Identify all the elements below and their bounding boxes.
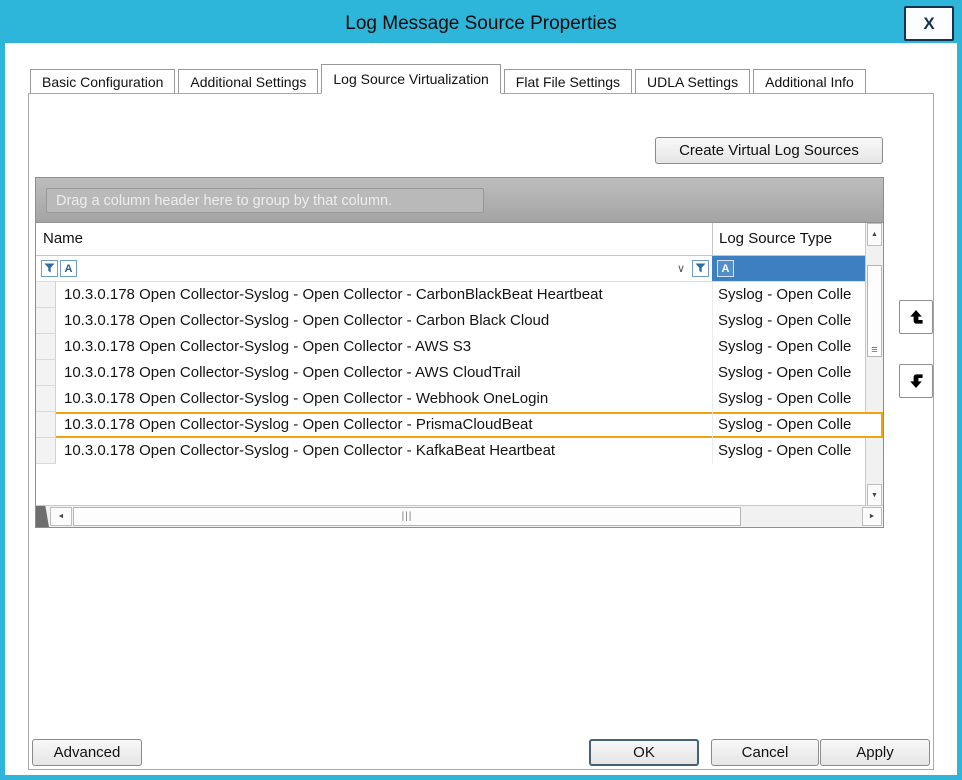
- row-type: Syslog - Open Colle: [712, 386, 865, 412]
- filter-dropdown-icon[interactable]: ∨: [677, 262, 685, 275]
- column-header-log-source-type[interactable]: Log Source Type: [712, 223, 865, 255]
- table-row-selected[interactable]: 10.3.0.178 Open Collector-Syslog - Open …: [36, 412, 883, 438]
- log-sources-grid: Drag a column header here to group by th…: [35, 177, 884, 528]
- move-up-button[interactable]: [899, 300, 933, 334]
- vertical-scrollbar-thumb[interactable]: ≡: [867, 265, 882, 357]
- filter-mode-icon[interactable]: A: [60, 260, 77, 277]
- row-name: 10.3.0.178 Open Collector-Syslog - Open …: [56, 412, 712, 438]
- filter-funnel-icon[interactable]: [692, 260, 709, 277]
- scrollbar-grip-icon: |||: [402, 511, 413, 522]
- close-button[interactable]: X: [904, 6, 954, 41]
- ok-button[interactable]: OK: [589, 739, 699, 766]
- row-type: Syslog - Open Colle: [712, 308, 865, 334]
- scroll-up-icon[interactable]: ▲: [867, 223, 882, 246]
- table-row[interactable]: 10.3.0.178 Open Collector-Syslog - Open …: [36, 282, 865, 308]
- row-name: 10.3.0.178 Open Collector-Syslog - Open …: [56, 282, 712, 308]
- tab-log-source-virtualization[interactable]: Log Source Virtualization: [321, 64, 500, 94]
- row-name: 10.3.0.178 Open Collector-Syslog - Open …: [56, 334, 712, 360]
- grid-header-row: Name Log Source Type: [36, 223, 865, 256]
- apply-button[interactable]: Apply: [820, 739, 930, 766]
- scroll-down-icon[interactable]: ▼: [867, 484, 882, 507]
- table-row[interactable]: 10.3.0.178 Open Collector-Syslog - Open …: [36, 360, 865, 386]
- group-by-hint: Drag a column header here to group by th…: [46, 188, 484, 213]
- filter-funnel-icon[interactable]: [41, 260, 58, 277]
- row-indicator[interactable]: [36, 308, 56, 334]
- scrollbar-grip-icon: ≡: [871, 344, 877, 356]
- move-up-icon: [907, 308, 925, 326]
- window-title: Log Message Source Properties: [345, 13, 616, 35]
- tab-additional-settings[interactable]: Additional Settings: [178, 69, 318, 94]
- tab-additional-info[interactable]: Additional Info: [753, 69, 866, 94]
- filter-mode-icon[interactable]: A: [717, 260, 734, 277]
- move-down-icon: [907, 372, 925, 390]
- row-type: Syslog - Open Colle: [712, 334, 865, 360]
- row-name: 10.3.0.178 Open Collector-Syslog - Open …: [56, 308, 712, 334]
- row-indicator[interactable]: [36, 282, 56, 308]
- row-name: 10.3.0.178 Open Collector-Syslog - Open …: [56, 386, 712, 412]
- move-down-button[interactable]: [899, 364, 933, 398]
- row-name: 10.3.0.178 Open Collector-Syslog - Open …: [56, 360, 712, 386]
- table-row[interactable]: 10.3.0.178 Open Collector-Syslog - Open …: [36, 334, 865, 360]
- row-indicator[interactable]: [36, 386, 56, 412]
- row-indicator[interactable]: [36, 334, 56, 360]
- dialog-window: Log Message Source Properties X Basic Co…: [0, 0, 962, 780]
- tab-udla-settings[interactable]: UDLA Settings: [635, 69, 750, 94]
- row-type: Syslog - Open Colle: [712, 360, 865, 386]
- vertical-scrollbar[interactable]: ▲ ≡ ▼: [865, 223, 883, 507]
- row-indicator[interactable]: [36, 412, 56, 438]
- row-indicator[interactable]: [36, 360, 56, 386]
- row-type: Syslog - Open Colle: [712, 438, 865, 464]
- name-filter-cell[interactable]: A ∨: [36, 256, 712, 281]
- cancel-button[interactable]: Cancel: [711, 739, 819, 766]
- horizontal-scrollbar[interactable]: ◄ ||| ►: [36, 505, 883, 527]
- table-row[interactable]: 10.3.0.178 Open Collector-Syslog - Open …: [36, 386, 865, 412]
- row-type: Syslog - Open Colle: [712, 282, 865, 308]
- close-icon: X: [923, 14, 934, 34]
- log-source-type-filter-cell[interactable]: A: [712, 256, 865, 281]
- advanced-button[interactable]: Advanced: [32, 739, 142, 766]
- tab-basic-configuration[interactable]: Basic Configuration: [30, 69, 175, 94]
- grid-filter-row: A ∨ A: [36, 256, 865, 282]
- scroll-right-icon[interactable]: ►: [862, 507, 882, 526]
- horizontal-scrollbar-thumb[interactable]: |||: [73, 507, 741, 526]
- window-titlebar[interactable]: Log Message Source Properties: [5, 5, 957, 43]
- tab-flat-file-settings[interactable]: Flat File Settings: [504, 69, 632, 94]
- group-by-bar[interactable]: Drag a column header here to group by th…: [36, 178, 883, 223]
- name-filter-input[interactable]: [81, 258, 671, 279]
- row-name: 10.3.0.178 Open Collector-Syslog - Open …: [56, 438, 712, 464]
- pane-splitter-handle[interactable]: [36, 506, 49, 527]
- row-type: Syslog - Open Colle: [712, 412, 883, 438]
- tab-strip: Basic Configuration Additional Settings …: [30, 64, 869, 94]
- column-header-name[interactable]: Name: [43, 223, 83, 255]
- table-row[interactable]: 10.3.0.178 Open Collector-Syslog - Open …: [36, 308, 865, 334]
- scroll-left-icon[interactable]: ◄: [50, 507, 72, 526]
- table-row[interactable]: 10.3.0.178 Open Collector-Syslog - Open …: [36, 438, 865, 464]
- row-indicator[interactable]: [36, 438, 56, 464]
- create-virtual-log-sources-button[interactable]: Create Virtual Log Sources: [655, 137, 883, 164]
